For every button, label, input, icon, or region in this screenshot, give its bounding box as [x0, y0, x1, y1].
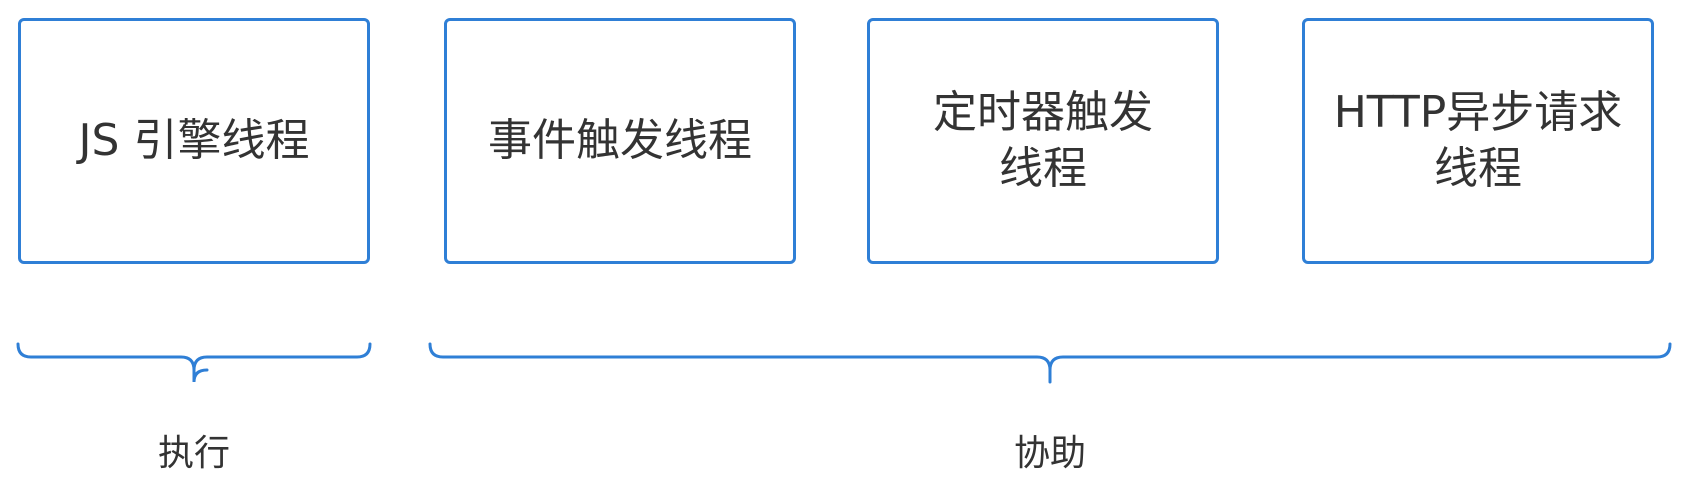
execute-brace [16, 342, 372, 383]
assist-brace [428, 342, 1672, 384]
grouping-braces [16, 342, 1672, 384]
assist-group-label: 协助 [1013, 433, 1087, 474]
execute-group-label: 执行 [157, 433, 231, 474]
